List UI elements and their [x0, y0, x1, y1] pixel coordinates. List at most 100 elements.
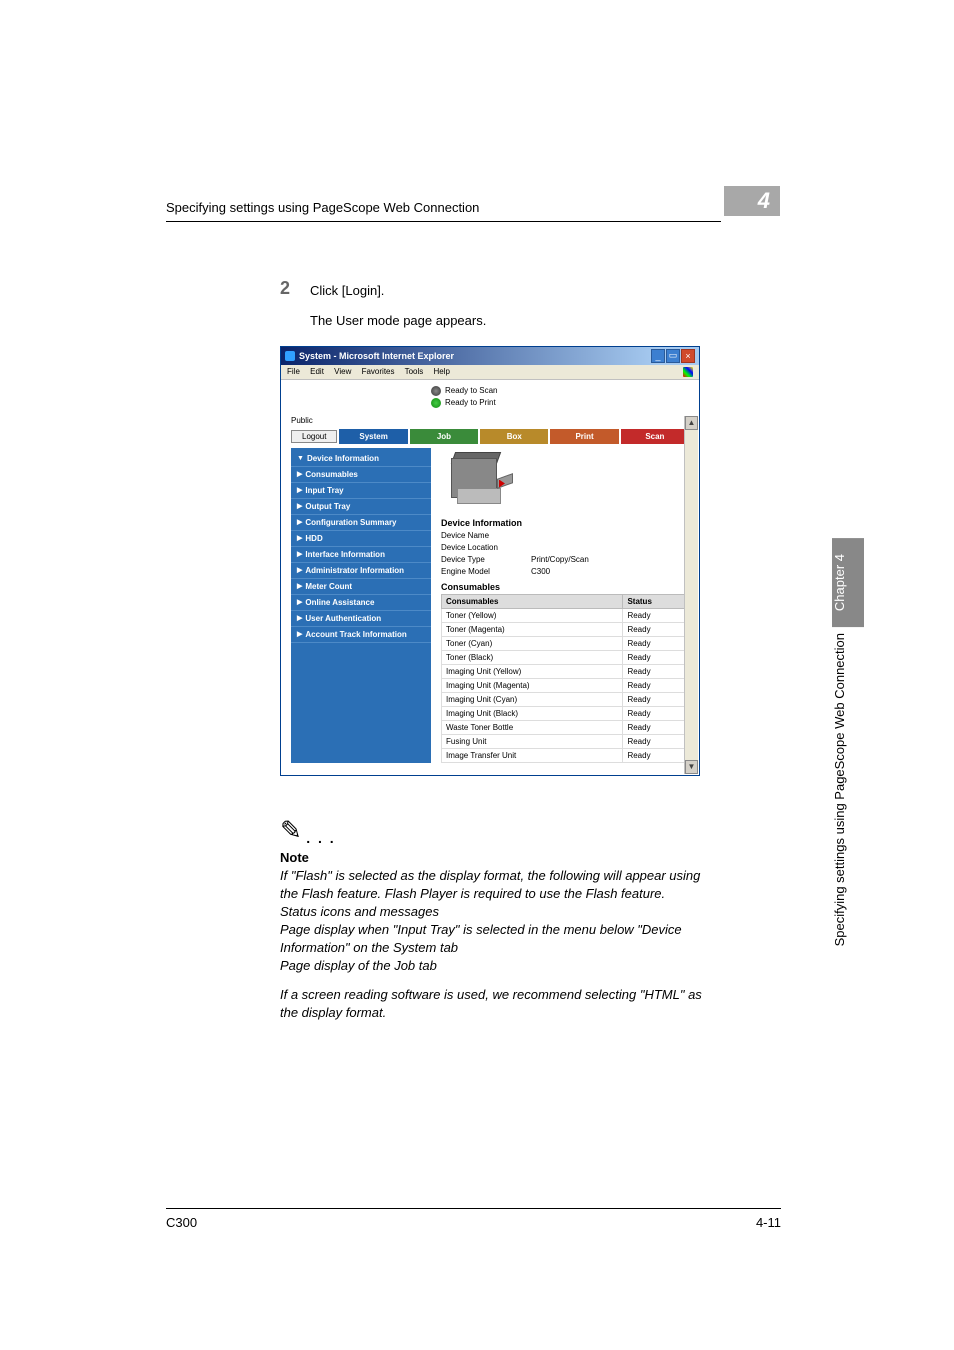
table-row: Toner (Cyan)Ready [442, 636, 689, 650]
consumable-name: Toner (Cyan) [442, 636, 623, 650]
sidebar-item-label: Account Track Information [305, 630, 406, 639]
arrow-icon: ▶ [297, 550, 302, 558]
consumable-name: Waste Toner Bottle [442, 720, 623, 734]
consumable-status: Ready [623, 622, 689, 636]
menu-favorites[interactable]: Favorites [362, 367, 395, 376]
note-label: Note [280, 850, 720, 865]
arrow-icon: ▶ [297, 486, 302, 494]
browser-window: System - Microsoft Internet Explorer _ ▭… [280, 346, 700, 776]
arrow-icon: ▶ [297, 470, 302, 478]
device-info-row: Device TypePrint/Copy/Scan [441, 554, 689, 566]
device-info-value: C300 [531, 566, 550, 578]
table-row: Toner (Yellow)Ready [442, 608, 689, 622]
consumables-header: Consumables [441, 582, 689, 592]
consumable-status: Ready [623, 650, 689, 664]
table-row: Toner (Black)Ready [442, 650, 689, 664]
sidebar-item[interactable]: ▶HDD [291, 531, 431, 547]
scroll-up-icon[interactable]: ▲ [685, 416, 698, 430]
vertical-scrollbar[interactable]: ▲ ▼ [684, 416, 698, 774]
sidebar-item-label: Device Information [307, 454, 379, 463]
device-info-key: Device Type [441, 554, 531, 566]
chapter-number-box: 4 [724, 186, 780, 216]
sidebar-item[interactable]: ▶Meter Count [291, 579, 431, 595]
maximize-button[interactable]: ▭ [666, 349, 680, 363]
menu-edit[interactable]: Edit [310, 367, 324, 376]
arrow-icon: ▶ [297, 598, 302, 606]
consumable-status: Ready [623, 706, 689, 720]
device-info-key: Device Location [441, 542, 531, 554]
print-status-icon [431, 398, 441, 408]
consumable-name: Imaging Unit (Magenta) [442, 678, 623, 692]
table-row: Fusing UnitReady [442, 734, 689, 748]
running-header: Specifying settings using PageScope Web … [166, 200, 721, 222]
sidebar-item[interactable]: ▶Consumables [291, 467, 431, 483]
tab-row: Logout System Job Box Print Scan [291, 429, 689, 444]
arrow-icon: ▼ [297, 455, 304, 462]
sidebar-item-label: Output Tray [305, 502, 350, 511]
sidebar-item[interactable]: ▶Input Tray [291, 483, 431, 499]
device-info-key: Device Name [441, 530, 531, 542]
sidebar-item-label: Administrator Information [305, 566, 404, 575]
sidebar-item[interactable]: ▶Online Assistance [291, 595, 431, 611]
sidebar-item[interactable]: ▶User Authentication [291, 611, 431, 627]
logout-button[interactable]: Logout [291, 430, 337, 443]
ie-icon [285, 351, 295, 361]
footer-model: C300 [166, 1215, 197, 1230]
chapter-number: 4 [758, 188, 770, 213]
sidebar-item-label: Online Assistance [305, 598, 374, 607]
tab-job[interactable]: Job [410, 429, 478, 444]
menu-view[interactable]: View [334, 367, 351, 376]
menu-file[interactable]: File [287, 367, 300, 376]
consumable-status: Ready [623, 692, 689, 706]
sidebar-item[interactable]: ▶Configuration Summary [291, 515, 431, 531]
arrow-icon: ▶ [297, 582, 302, 590]
device-status: Ready to Scan Ready to Print [431, 386, 689, 408]
side-chapter-label: Chapter 4 [832, 538, 864, 627]
th-consumables: Consumables [442, 594, 623, 608]
arrow-icon: ▶ [297, 502, 302, 510]
print-status-text: Ready to Print [445, 398, 496, 407]
page-body: Ready to Scan Ready to Print Public Logo… [281, 380, 699, 775]
step-subtext: The User mode page appears. [310, 313, 720, 328]
consumable-name: Imaging Unit (Black) [442, 706, 623, 720]
step-row: 2 Click [Login]. [280, 278, 720, 301]
step-text: Click [Login]. [310, 278, 384, 301]
sidebar-item-label: Consumables [305, 470, 357, 479]
tab-scan[interactable]: Scan [621, 429, 689, 444]
sidebar-item[interactable]: ▶Output Tray [291, 499, 431, 515]
note-paragraph-2: If a screen reading software is used, we… [280, 986, 720, 1022]
note-dots: . . . [306, 830, 335, 846]
close-button[interactable]: × [681, 349, 695, 363]
consumable-status: Ready [623, 664, 689, 678]
tab-box[interactable]: Box [480, 429, 548, 444]
minimize-button[interactable]: _ [651, 349, 665, 363]
menu-tools[interactable]: Tools [405, 367, 424, 376]
device-info-header: Device Information [441, 518, 689, 528]
table-row: Imaging Unit (Cyan)Ready [442, 692, 689, 706]
user-mode-label: Public [291, 416, 689, 425]
sidebar-item-label: Input Tray [305, 486, 343, 495]
consumable-status: Ready [623, 608, 689, 622]
consumable-name: Imaging Unit (Yellow) [442, 664, 623, 678]
tab-print[interactable]: Print [550, 429, 618, 444]
window-title: System - Microsoft Internet Explorer [299, 351, 651, 361]
side-section-title: Specifying settings using PageScope Web … [832, 627, 864, 952]
scroll-down-icon[interactable]: ▼ [685, 760, 698, 774]
device-info-key: Engine Model [441, 566, 531, 578]
step-number: 2 [280, 278, 310, 299]
note-block: ✎ . . . Note If "Flash" is selected as t… [280, 816, 720, 1023]
sidebar-item[interactable]: ▶Interface Information [291, 547, 431, 563]
sidebar-item-label: Configuration Summary [305, 518, 396, 527]
sidebar-item[interactable]: ▶Account Track Information [291, 627, 431, 643]
scan-status-icon [431, 386, 441, 396]
sidebar-item[interactable]: ▼Device Information [291, 451, 431, 467]
table-row: Imaging Unit (Black)Ready [442, 706, 689, 720]
consumable-name: Toner (Magenta) [442, 622, 623, 636]
arrow-icon: ▶ [297, 518, 302, 526]
menu-help[interactable]: Help [434, 367, 450, 376]
device-info-row: Device Location [441, 542, 689, 554]
tab-system[interactable]: System [339, 429, 407, 444]
footer: C300 4-11 [166, 1208, 781, 1230]
table-row: Imaging Unit (Magenta)Ready [442, 678, 689, 692]
sidebar-item[interactable]: ▶Administrator Information [291, 563, 431, 579]
